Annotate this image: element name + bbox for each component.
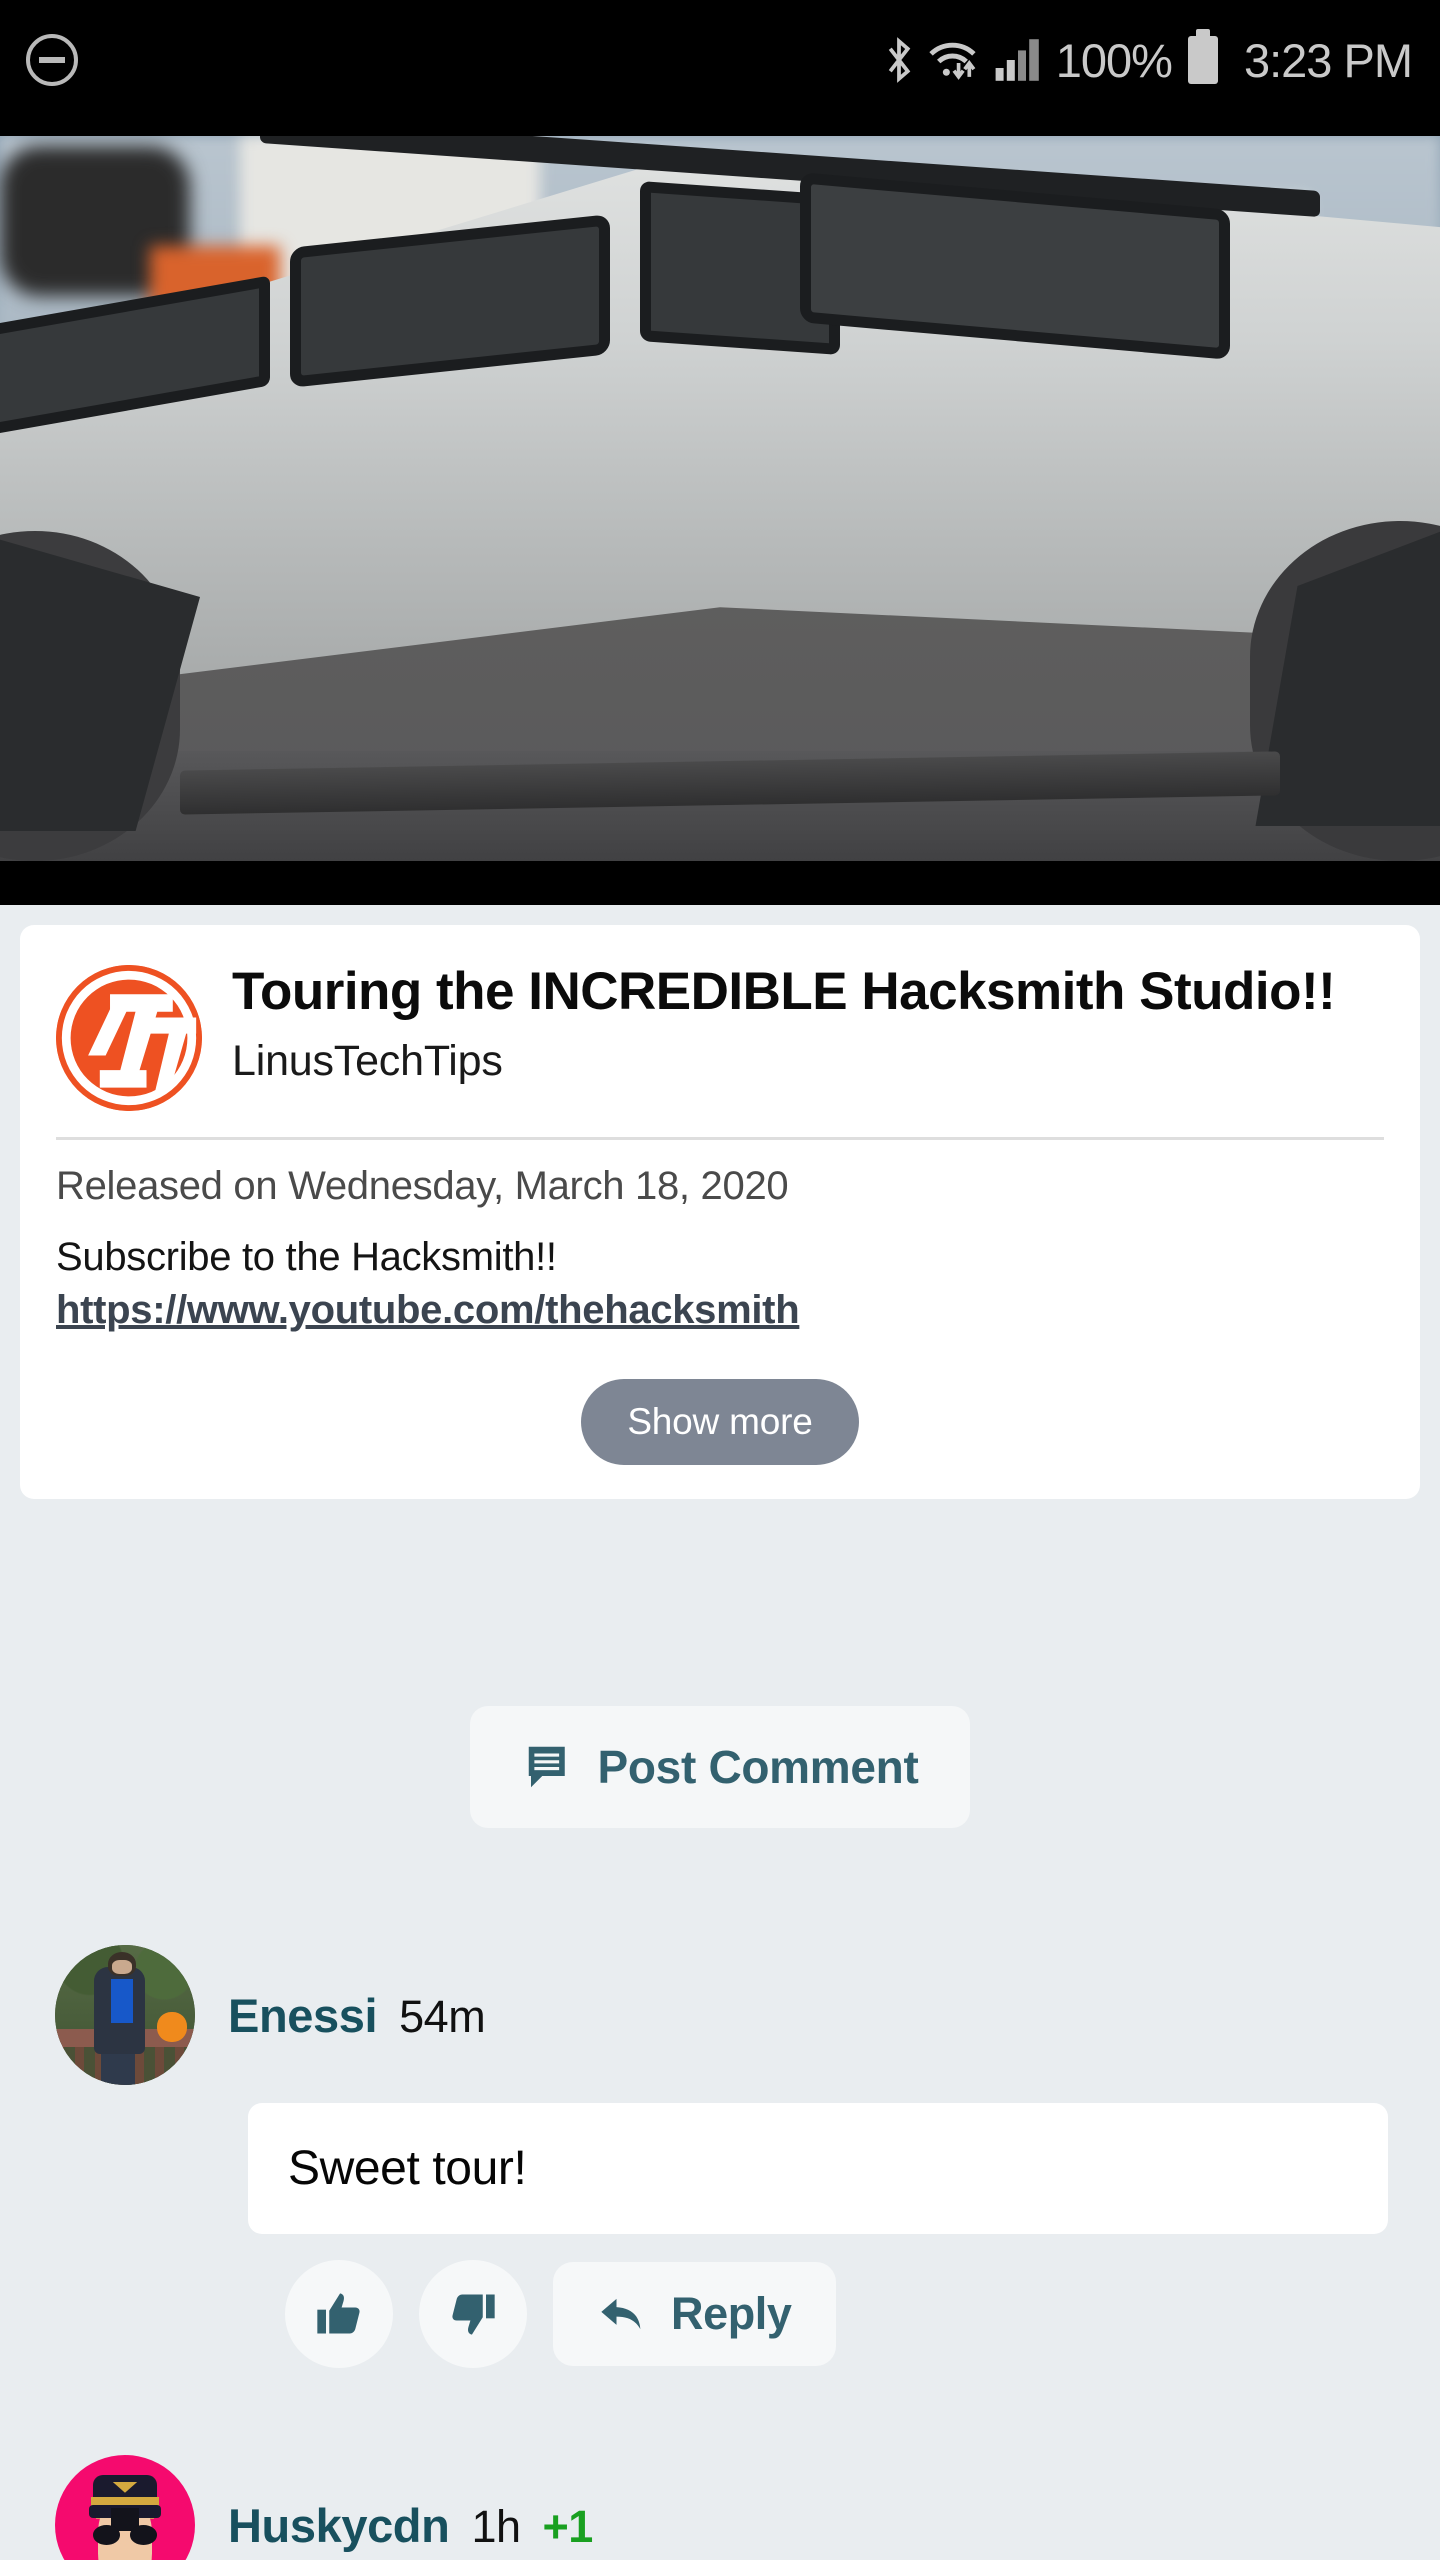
video-channel-name[interactable]: LinusTechTips — [232, 1037, 1384, 1086]
linustechtips-logo[interactable] — [56, 965, 202, 1111]
video-title-block: Touring the INCREDIBLE Hacksmith Studio!… — [232, 955, 1384, 1086]
status-bar: 100% 3:23 PM — [0, 0, 1440, 120]
comment-text: Sweet tour! — [288, 2142, 527, 2195]
app-root: 100% 3:23 PM Touring the INCREDIBLE Hack… — [0, 0, 1440, 2560]
cellular-signal-icon — [995, 39, 1039, 81]
battery-full-icon — [1187, 29, 1218, 84]
thumbs-up-icon — [317, 2293, 360, 2334]
show-more-button[interactable]: Show more — [581, 1379, 859, 1465]
avatar-pumpkin — [157, 2012, 187, 2042]
status-bar-right: 100% 3:23 PM — [884, 29, 1413, 88]
avatar-lens-left — [92, 2525, 120, 2545]
comment-item: Huskycdn 1h +1 — [0, 2455, 1440, 2560]
video-description-link[interactable]: https://www.youtube.com/thehacksmith — [56, 1288, 800, 1333]
comment-meta: Huskycdn 1h +1 — [228, 2498, 593, 2553]
comment-score: +1 — [542, 2500, 594, 2552]
avatar-face — [112, 1960, 132, 1975]
comment-actions: Reply — [285, 2260, 1440, 2368]
comment-bubble-icon — [528, 1746, 565, 1788]
comment-timestamp: 1h — [471, 2500, 521, 2552]
avatar[interactable] — [55, 1945, 195, 2085]
card-divider — [56, 1137, 1384, 1140]
comment-item: Enessi 54m Sweet tour! Reply — [0, 1945, 1440, 2368]
status-bar-left — [26, 34, 78, 86]
video-title: Touring the INCREDIBLE Hacksmith Studio!… — [232, 962, 1336, 1021]
avatar[interactable] — [55, 2455, 195, 2560]
comment-body: Sweet tour! — [248, 2103, 1388, 2234]
video-description-line: Subscribe to the Hacksmith!! — [56, 1235, 557, 1279]
video-release-date: Released on Wednesday, March 18, 2020 — [56, 1164, 789, 1208]
video-info-card: Touring the INCREDIBLE Hacksmith Studio!… — [20, 925, 1420, 1499]
post-comment-label: Post Comment — [597, 1741, 919, 1793]
comment-username[interactable]: Enessi — [228, 1988, 378, 2043]
status-bar-clock: 3:23 PM — [1243, 33, 1413, 87]
avatar-pilot-cartoon — [55, 2455, 195, 2560]
post-comment-button[interactable]: Post Comment — [469, 1706, 971, 1828]
comment-meta: Enessi 54m — [228, 1988, 486, 2043]
avatar-photo — [55, 1945, 195, 2085]
comment-timestamp: 54m — [399, 1990, 486, 2042]
thumbs-up-button[interactable] — [285, 2260, 393, 2368]
comment-username[interactable]: Huskycdn — [228, 2498, 450, 2553]
bluetooth-icon — [888, 37, 911, 83]
avatar-shirt — [111, 1978, 134, 2024]
avatar-lens-right — [130, 2525, 158, 2545]
comment-header: Huskycdn 1h +1 — [0, 2455, 1440, 2560]
battery-percent: 100% — [1055, 33, 1173, 87]
avatar-sunglasses — [92, 2525, 158, 2545]
do-not-disturb-icon — [26, 34, 78, 86]
video-card-header: Touring the INCREDIBLE Hacksmith Studio!… — [56, 955, 1384, 1111]
ltt-logo-glyph — [56, 965, 202, 1111]
show-more-row: Show more — [56, 1379, 1384, 1465]
cybertruck-vehicle — [0, 136, 1440, 861]
wifi-transfer-icon — [929, 42, 976, 80]
video-thumbnail[interactable] — [0, 136, 1440, 861]
reply-button[interactable]: Reply — [553, 2262, 836, 2366]
post-comment-row: Post Comment — [0, 1706, 1440, 1828]
comment-header: Enessi 54m — [0, 1945, 1440, 2085]
video-player[interactable] — [0, 120, 1440, 905]
reply-arrow-icon — [601, 2298, 641, 2330]
reply-label: Reply — [671, 2288, 792, 2339]
thumbs-down-icon — [452, 2294, 495, 2335]
thumbs-down-button[interactable] — [419, 2260, 527, 2368]
